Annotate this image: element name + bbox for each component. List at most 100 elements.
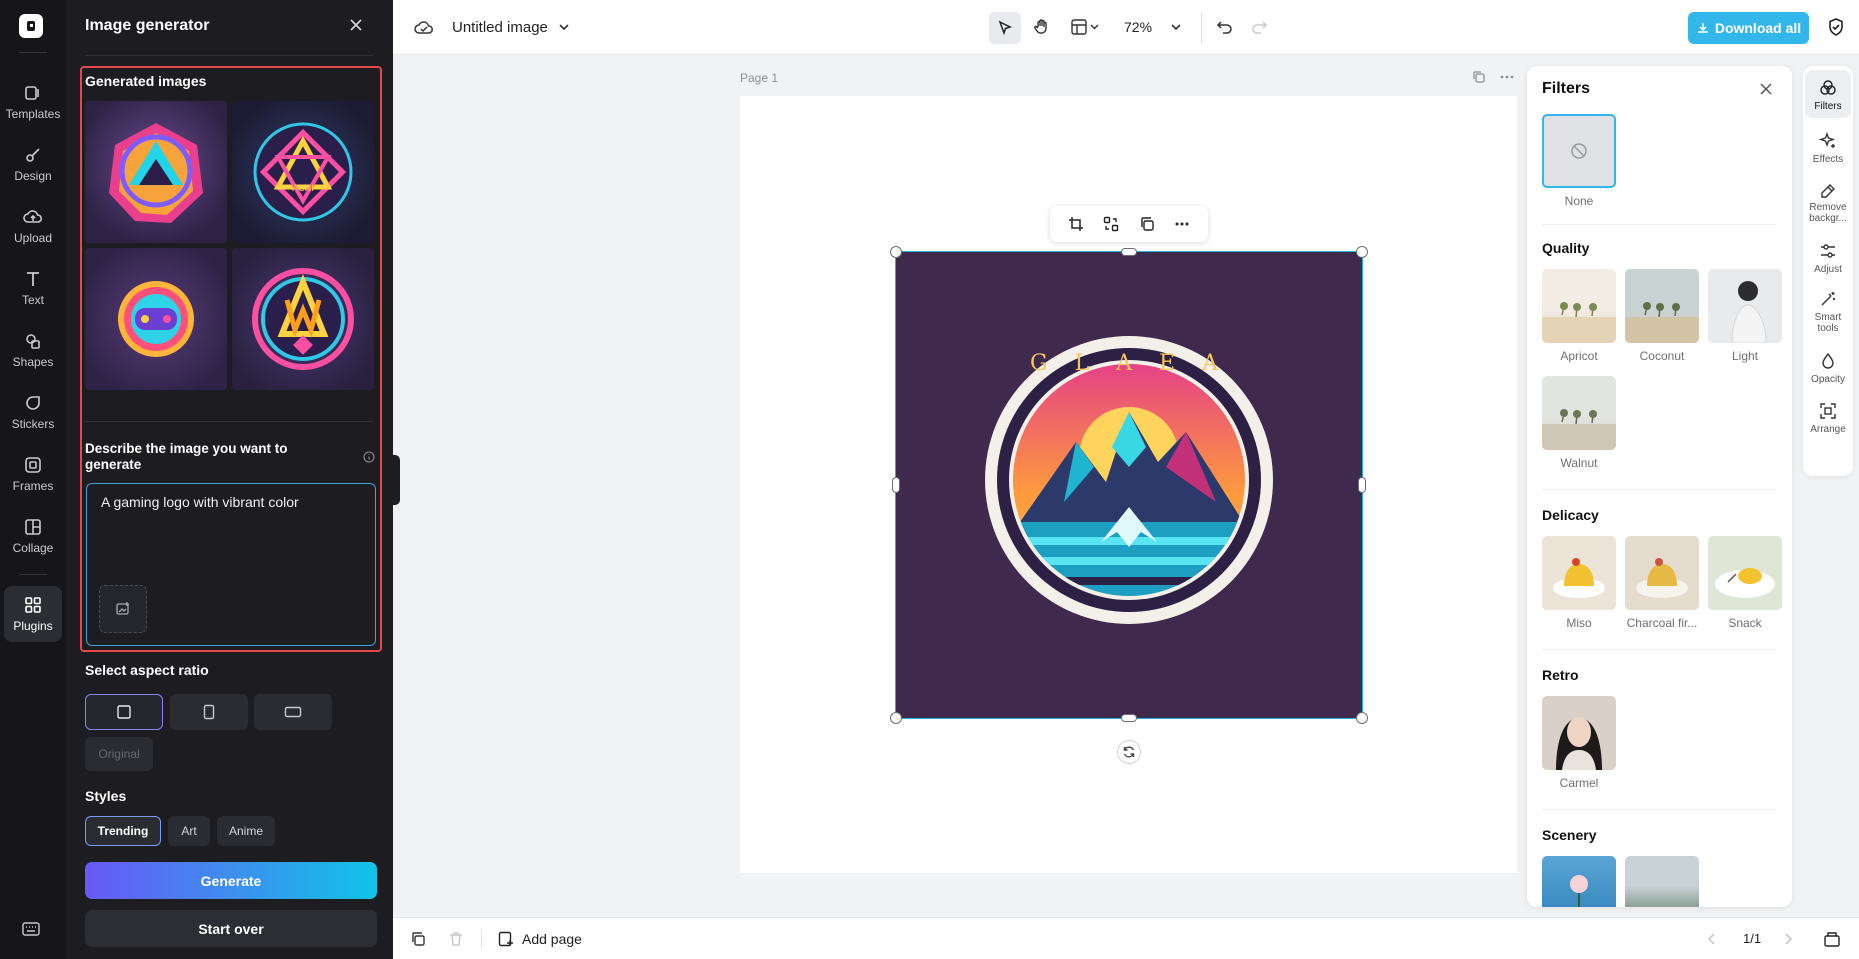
cloud-save-icon[interactable] [414, 18, 434, 36]
delete-icon[interactable] [448, 931, 464, 947]
close-icon[interactable] [1760, 83, 1772, 95]
filter-walnut[interactable] [1542, 376, 1616, 450]
rail-item-design[interactable]: Design [4, 136, 62, 192]
generated-image-3[interactable] [85, 248, 227, 390]
duplicate-page-icon[interactable] [410, 931, 426, 947]
section-title: Quality [1542, 240, 1590, 256]
generated-image-1[interactable] [85, 101, 227, 243]
keyboard-icon[interactable] [21, 921, 41, 937]
rail-item-upload[interactable]: Upload [4, 198, 62, 254]
download-all-button[interactable]: Download all [1688, 12, 1809, 44]
style-anime-chip[interactable]: Anime [217, 816, 275, 846]
prompt-textarea[interactable]: A gaming logo with vibrant color [86, 483, 376, 646]
resize-handle[interactable] [1358, 477, 1366, 493]
duplicate-page-icon[interactable] [1472, 70, 1486, 84]
aspect-landscape-button[interactable] [254, 694, 332, 730]
chevron-left-icon[interactable] [1707, 932, 1717, 946]
info-icon[interactable] [363, 451, 375, 463]
replace-icon[interactable] [1103, 216, 1119, 232]
generated-image-2[interactable]: ACNI [232, 101, 374, 243]
filter-label: Walnut [1560, 456, 1598, 470]
resize-handle[interactable] [1121, 248, 1137, 256]
filter-scenery-2[interactable] [1625, 856, 1699, 907]
add-page-button[interactable]: Add page [522, 931, 582, 947]
resize-handle[interactable] [1121, 714, 1137, 722]
filter-none[interactable] [1542, 114, 1616, 188]
eraser-icon [1821, 184, 1835, 198]
selected-image[interactable]: G L A E A [895, 251, 1363, 719]
resize-handle[interactable] [1356, 712, 1368, 724]
prompt-value: A gaming logo with vibrant color [101, 494, 299, 510]
rail-label: Frames [12, 479, 54, 493]
select-tool-button[interactable] [989, 12, 1021, 44]
rail-item-stickers[interactable]: Stickers [4, 384, 62, 440]
tool-arrange[interactable]: Arrange [1805, 396, 1851, 440]
chevron-right-icon[interactable] [1783, 932, 1793, 946]
filter-charcoal[interactable] [1625, 536, 1699, 610]
filter-coconut[interactable] [1625, 269, 1699, 343]
templates-icon [25, 86, 39, 100]
chevron-down-icon[interactable] [1170, 22, 1182, 32]
more-icon[interactable] [1174, 216, 1190, 232]
filter-carmel[interactable] [1542, 696, 1616, 770]
divider [1542, 649, 1777, 650]
crop-icon[interactable] [1068, 216, 1084, 232]
rail-item-templates[interactable]: Templates [4, 74, 62, 130]
image-tools-sidebar: Filters Effects Remove backgr... Adjust … [1803, 66, 1853, 476]
filter-miso[interactable] [1542, 536, 1616, 610]
redo-icon[interactable] [1250, 19, 1268, 35]
resize-handle[interactable] [890, 712, 902, 724]
style-art-chip[interactable]: Art [168, 816, 210, 846]
pages-panel-icon[interactable] [1823, 930, 1841, 948]
undo-icon[interactable] [1216, 19, 1234, 35]
resize-handle[interactable] [1356, 246, 1368, 258]
zoom-level[interactable]: 72% [1124, 19, 1152, 35]
rail-item-text[interactable]: Text [4, 260, 62, 316]
rail-item-frames[interactable]: Frames [4, 446, 62, 502]
tool-smart-tools[interactable]: Smart tools [1805, 284, 1851, 342]
add-page-icon[interactable] [498, 931, 514, 947]
more-icon[interactable] [1500, 70, 1514, 84]
rail-item-collage[interactable]: Collage [4, 508, 62, 564]
filter-scenery-1[interactable] [1542, 856, 1616, 907]
chevron-down-icon[interactable] [558, 22, 570, 32]
filter-light[interactable] [1708, 269, 1782, 343]
start-over-button[interactable]: Start over [85, 910, 377, 947]
style-trending-chip[interactable]: Trending [85, 816, 161, 846]
generate-button[interactable]: Generate [85, 862, 377, 899]
aspect-portrait-button[interactable] [170, 694, 248, 730]
rail-item-shapes[interactable]: Shapes [4, 322, 62, 378]
tool-filters[interactable]: Filters [1805, 70, 1851, 118]
duplicate-icon[interactable] [1139, 216, 1155, 232]
tool-label: Opacity [1811, 374, 1845, 385]
divider [1542, 809, 1777, 810]
rotate-icon [1123, 746, 1135, 758]
rail-item-plugins[interactable]: Plugins [4, 586, 62, 642]
filter-apricot[interactable] [1542, 269, 1616, 343]
resize-handle[interactable] [892, 477, 900, 493]
filter-label: Miso [1566, 616, 1592, 630]
filters-panel: Filters None Quality Apricot Coconut Lig… [1527, 66, 1792, 907]
rotate-handle[interactable] [1117, 740, 1141, 764]
document-title[interactable]: Untitled image [452, 19, 548, 36]
hand-tool-icon[interactable] [1033, 18, 1051, 36]
rail-label: Templates [5, 107, 61, 121]
generated-image-4[interactable] [232, 248, 374, 390]
resize-handle[interactable] [890, 246, 902, 258]
layout-icon[interactable] [1071, 19, 1101, 35]
tool-opacity[interactable]: Opacity [1805, 346, 1851, 390]
aspect-original-button: Original [85, 737, 153, 771]
tool-label: Remove backgr... [1809, 202, 1847, 224]
tool-effects[interactable]: Effects [1805, 126, 1851, 170]
close-icon[interactable] [349, 18, 363, 32]
plugins-grid-icon [25, 597, 41, 613]
app-logo[interactable] [19, 14, 43, 38]
upload-reference-button[interactable] [99, 585, 147, 633]
aspect-square-button[interactable] [85, 694, 163, 730]
cursor-arrow-icon [998, 20, 1012, 36]
panel-collapse-handle[interactable] [393, 455, 400, 505]
filter-snack[interactable] [1708, 536, 1782, 610]
shield-check-icon[interactable] [1827, 17, 1845, 37]
tool-remove-background[interactable]: Remove backgr... [1805, 174, 1851, 232]
tool-adjust[interactable]: Adjust [1805, 236, 1851, 280]
